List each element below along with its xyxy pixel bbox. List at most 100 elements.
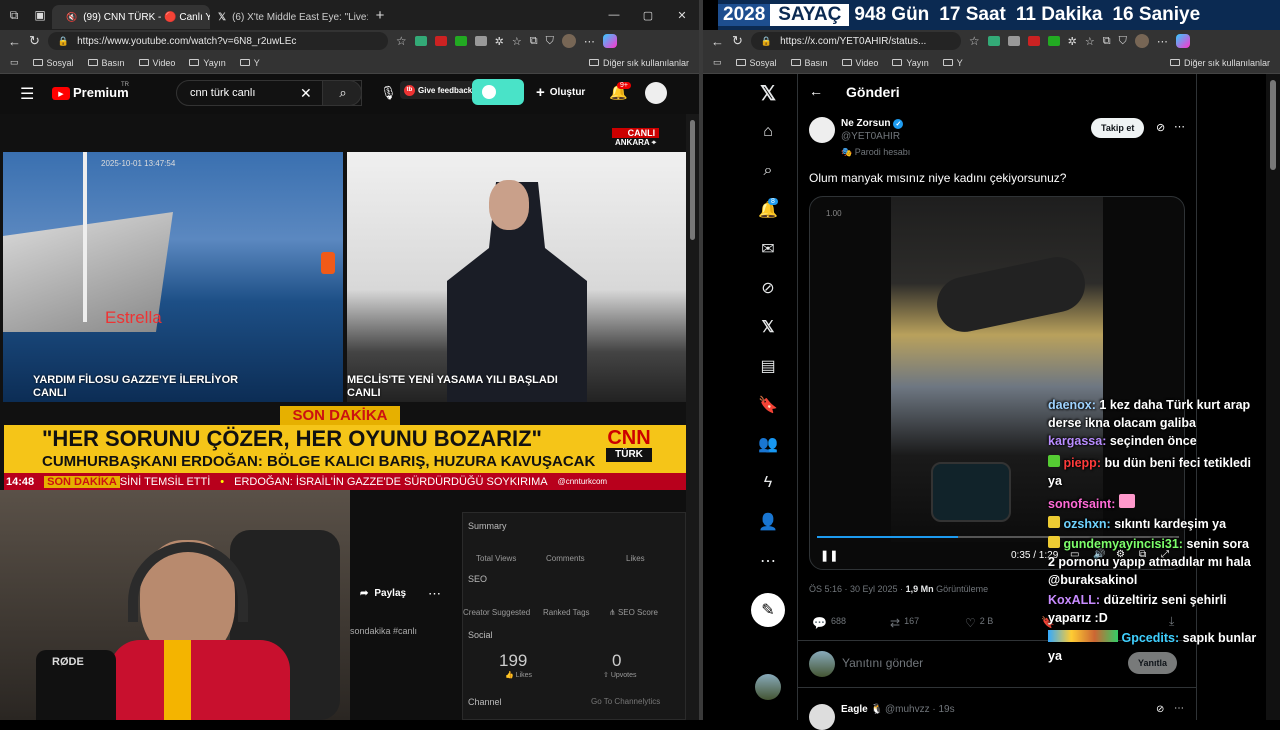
workspaces-icon[interactable]: ⧉ [0, 8, 28, 23]
post-timestamp[interactable]: ÖS 5:16 · 30 Eyl 2025 · [809, 584, 906, 594]
more-actions-icon[interactable]: ⋯ [428, 586, 441, 602]
scrollbar-thumb[interactable] [690, 120, 695, 240]
other-bookmarks[interactable]: Diğer sık kullanılanlar [588, 58, 689, 68]
menu-icon[interactable]: ☰ [20, 84, 34, 104]
maximize-icon[interactable]: ▢ [631, 9, 665, 22]
bookmark-basin[interactable]: Basın [790, 58, 828, 68]
bookmarks-icon[interactable]: 🔖 [757, 394, 779, 416]
other-bookmarks[interactable]: Diğer sık kullanılanlar [1169, 58, 1270, 68]
url-field[interactable]: 🔒 https://x.com/YET0AHIR/status... [750, 32, 961, 50]
profile-icon[interactable]: 👤 [757, 511, 779, 533]
favorite-icon[interactable]: ☆ [969, 34, 980, 48]
home-icon[interactable]: ⌂ [757, 121, 779, 143]
follow-button[interactable]: Takip et [1091, 118, 1145, 138]
back-arrow-icon[interactable]: ← [809, 83, 823, 99]
extension-icon[interactable] [454, 36, 467, 46]
author-avatar[interactable] [809, 117, 835, 143]
shield-icon[interactable]: ⛉ [546, 35, 554, 48]
account-avatar[interactable] [755, 674, 781, 700]
extension-icon[interactable] [987, 36, 1000, 46]
my-avatar[interactable] [809, 651, 835, 677]
grok-analyze-icon[interactable]: ⊘ [1156, 704, 1164, 715]
bookmark-yayin[interactable]: Yayın [189, 58, 226, 68]
pause-icon[interactable]: ❚❚ [820, 549, 838, 562]
copilot-icon[interactable] [602, 34, 617, 48]
extension-icon[interactable] [1007, 36, 1020, 46]
scrollbar-thumb[interactable] [1270, 80, 1276, 170]
bookmark-yayin[interactable]: Yayın [892, 58, 929, 68]
more-icon[interactable]: ⋯ [1157, 35, 1168, 48]
minimize-icon[interactable]: — [597, 9, 631, 21]
search-button[interactable]: ⌕ [322, 80, 362, 106]
tab-x-middle-east-eye[interactable]: 𝕏 (6) X'te Middle East Eye: "Live: Gl...… [210, 5, 368, 29]
youtube-logo-icon[interactable]: ▶ [52, 87, 70, 100]
extension-icon[interactable] [434, 36, 447, 46]
x-premium-icon[interactable]: 𝕏 [757, 316, 779, 338]
like-action[interactable]: ♡ 2 B [965, 616, 993, 630]
extension-toggle-button[interactable] [472, 79, 524, 105]
collections-icon[interactable]: ⧉ [1103, 35, 1111, 48]
post-compose-button[interactable]: ✎ [751, 593, 785, 627]
favorite-icon[interactable]: ☆ [396, 34, 407, 48]
shield-icon[interactable]: ⛉ [1119, 35, 1127, 48]
extension-icon[interactable] [1047, 36, 1060, 46]
verified-orgs-icon[interactable]: ϟ [757, 472, 779, 494]
video-tags[interactable]: sondakika #canlı [350, 626, 417, 636]
close-window-icon[interactable]: ✕ [665, 9, 699, 22]
extension-icon[interactable] [474, 36, 487, 46]
refresh-icon[interactable]: ↻ [29, 33, 40, 49]
bookmark-y[interactable]: Y [942, 58, 963, 68]
author-name-row[interactable]: Ne Zorsun ✓ [841, 118, 904, 129]
reply-action[interactable]: 💬 688 [812, 616, 846, 630]
more-circle-icon[interactable]: ⋯ [757, 550, 779, 572]
favorites-icon[interactable]: ☆ [1085, 35, 1095, 48]
reply-input[interactable]: Yanıtını gönder [842, 656, 923, 670]
share-button[interactable]: ➦ Paylaş [360, 588, 406, 599]
reply-author-handle[interactable]: @muhvzz · 19s [885, 704, 955, 715]
favorites-icon[interactable]: ☆ [512, 35, 522, 48]
reply-author-avatar[interactable] [809, 704, 835, 730]
bookmark-y[interactable]: Y [239, 58, 260, 68]
bookmark-video[interactable]: Video [138, 58, 175, 68]
author-handle[interactable]: @YET0AHIR [841, 131, 900, 142]
extensions-puzzle-icon[interactable]: ✲ [1068, 35, 1077, 48]
repost-action[interactable]: ⇄ 167 [890, 616, 919, 630]
lists-icon[interactable]: ▤ [757, 355, 779, 377]
copilot-icon[interactable] [1175, 34, 1190, 48]
extensions-puzzle-icon[interactable]: ✲ [495, 35, 504, 48]
more-icon[interactable]: ⋯ [584, 35, 595, 48]
mute-icon[interactable]: 🔇 [66, 12, 77, 23]
profile-avatar[interactable] [561, 34, 576, 48]
grok-icon[interactable]: ⊘ [757, 277, 779, 299]
explore-search-icon[interactable]: ⌕ [757, 160, 779, 182]
new-tab-icon[interactable]: + [368, 7, 392, 24]
create-button[interactable]: + Oluştur [536, 84, 585, 101]
tab-actions-icon[interactable]: ▣ [28, 8, 52, 22]
bookmark-sosyal[interactable]: Sosyal [32, 58, 74, 68]
give-feedback-button[interactable]: tb Give feedback [400, 81, 477, 99]
url-field[interactable]: 🔒 https://www.youtube.com/watch?v=6N8_r2… [47, 32, 388, 50]
tab-cnn-turk[interactable]: 🔇 (99) CNN TÜRK - 🔴 Canlı Y... ✕ [52, 5, 210, 29]
right-scrollbar[interactable] [1266, 74, 1280, 720]
extension-icon[interactable] [414, 36, 427, 46]
bookmark-video[interactable]: Video [841, 58, 878, 68]
extension-icon[interactable] [1027, 36, 1040, 46]
collections-icon[interactable]: ⧉ [530, 35, 538, 48]
reply-more-icon[interactable]: ⋯ [1174, 703, 1184, 714]
bookmark-basin[interactable]: Basın [87, 58, 125, 68]
x-logo-icon[interactable]: 𝕏 [757, 82, 779, 105]
communities-icon[interactable]: 👥 [757, 433, 779, 455]
post-more-icon[interactable]: ⋯ [1174, 120, 1185, 133]
back-icon[interactable]: ← [711, 34, 724, 49]
bookmark-sosyal[interactable]: Sosyal [735, 58, 777, 68]
reply-author-name[interactable]: Eagle 🐧 [841, 704, 883, 715]
video-player[interactable]: CANLI ANKARA ⌖ 2025-10-01 13:47:54 Estre… [0, 114, 686, 490]
channel-link[interactable]: Go To Channelytics [591, 697, 660, 706]
microphone-icon[interactable]: 🎙 [380, 85, 397, 101]
profile-avatar[interactable] [1134, 34, 1149, 48]
refresh-icon[interactable]: ↻ [732, 33, 743, 49]
grok-analyze-icon[interactable]: ⊘ [1156, 121, 1165, 134]
back-icon[interactable]: ← [8, 34, 21, 49]
messages-icon[interactable]: ✉ [757, 238, 779, 260]
clear-search-icon[interactable]: ✕ [300, 85, 312, 102]
